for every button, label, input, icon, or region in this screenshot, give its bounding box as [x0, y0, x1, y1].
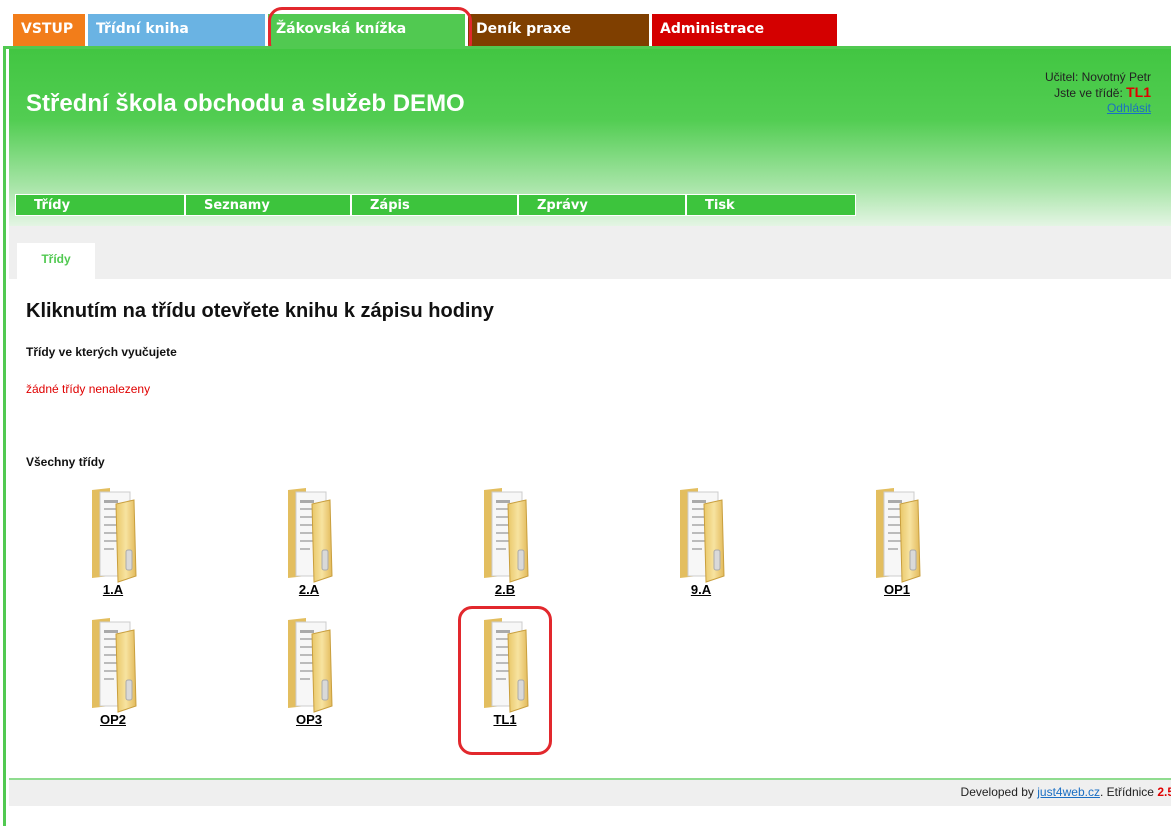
- footer-product: . Etřídnice: [1099, 785, 1158, 799]
- subtab-strip: [9, 226, 1171, 279]
- class-folder-op2[interactable]: OP2: [68, 614, 158, 734]
- folder-icon: [92, 488, 137, 583]
- all-classes-heading: Všechny třídy: [26, 455, 105, 469]
- page-heading: Kliknutím na třídu otevřete knihu k zápi…: [26, 300, 494, 322]
- class-folder-1a[interactable]: 1.A: [68, 484, 158, 604]
- menu-item-tridy[interactable]: Třídy: [15, 194, 185, 216]
- tab-denik-praxe[interactable]: Deník praxe: [468, 14, 650, 46]
- tab-administrace[interactable]: Administrace: [652, 14, 838, 46]
- footer: Developed by just4web.cz. Etřídnice 2.5: [9, 780, 1171, 806]
- footer-link[interactable]: just4web.cz: [1037, 785, 1100, 799]
- folder-icon: [288, 488, 333, 583]
- current-class-value: TL1: [1126, 84, 1151, 100]
- current-class: Jste ve třídě: TL1: [1045, 85, 1151, 101]
- folder-icon: [92, 618, 137, 713]
- class-folder-2a[interactable]: 2.A: [264, 484, 354, 604]
- class-folder-2b[interactable]: 2.B: [460, 484, 550, 604]
- footer-developed-by: Developed by: [960, 785, 1038, 799]
- subtab-tridy[interactable]: Třídy: [17, 243, 95, 279]
- class-link[interactable]: OP2: [68, 712, 158, 727]
- no-classes-message: žádné třídy nenalezeny: [26, 382, 151, 396]
- school-title: Střední škola obchodu a služeb DEMO: [26, 90, 465, 117]
- folder-icon: [288, 618, 333, 713]
- user-info: Učitel: Novotný Petr Jste ve třídě: TL1 …: [1045, 70, 1151, 116]
- menu-item-zapis[interactable]: Zápis: [351, 194, 518, 216]
- class-link[interactable]: 2.B: [460, 582, 550, 597]
- current-class-label: Jste ve třídě:: [1054, 86, 1127, 100]
- folder-icon: [484, 488, 529, 583]
- teacher-name: Učitel: Novotný Petr: [1044, 70, 1151, 84]
- class-link[interactable]: 1.A: [68, 582, 158, 597]
- my-classes-heading: Třídy ve kterých vyučujete: [26, 345, 177, 359]
- menu-item-seznamy[interactable]: Seznamy: [185, 194, 351, 216]
- folder-icon: [876, 488, 921, 583]
- folder-icon: [680, 488, 725, 583]
- class-link[interactable]: 9.A: [656, 582, 746, 597]
- tab-tridni-kniha[interactable]: Třídní kniha: [88, 14, 266, 46]
- class-folder-op1[interactable]: OP1: [852, 484, 942, 604]
- class-folder-9a[interactable]: 9.A: [656, 484, 746, 604]
- module-tabs: VSTUP Třídní kniha Žákovská knížka Deník…: [0, 0, 1171, 57]
- class-link[interactable]: OP3: [264, 712, 354, 727]
- annotation-highlight-tl1: [458, 606, 552, 755]
- tab-vstup[interactable]: VSTUP: [13, 14, 86, 46]
- class-folder-op3[interactable]: OP3: [264, 614, 354, 734]
- logout-link[interactable]: Odhlásit: [1107, 101, 1151, 115]
- class-link[interactable]: 2.A: [264, 582, 354, 597]
- footer-version: 2.5: [1157, 785, 1171, 799]
- menu-item-tisk[interactable]: Tisk: [686, 194, 856, 216]
- class-link[interactable]: OP1: [852, 582, 942, 597]
- menu-item-zpravy[interactable]: Zprávy: [518, 194, 686, 216]
